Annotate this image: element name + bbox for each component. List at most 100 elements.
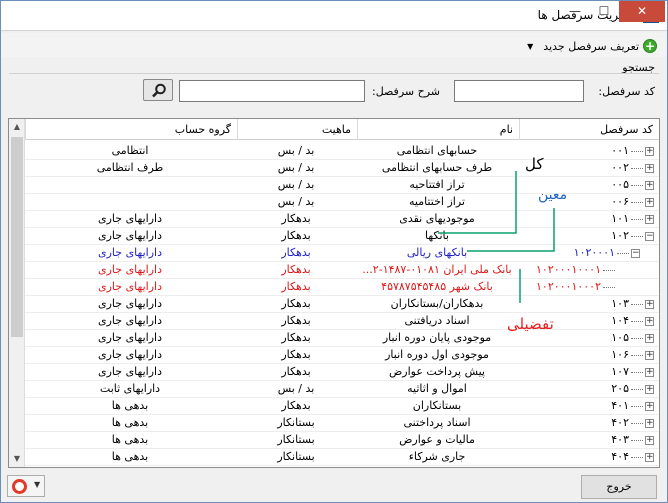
tree-connector [631, 440, 643, 441]
cell-group: دارایهای جاری [98, 212, 162, 225]
table-row[interactable]: بدهی ها بستانکار جاری شرکاء ۴۰۴ + [25, 449, 659, 466]
cell-group: بدهی ها [111, 433, 149, 446]
minimize-button[interactable]: — [561, 1, 589, 22]
exit-button[interactable]: خروج [581, 475, 657, 499]
expand-icon[interactable]: + [645, 453, 654, 462]
cell-group [25, 194, 235, 211]
cell-name: پیش پرداخت عوارض [389, 365, 485, 378]
expand-icon[interactable]: + [645, 317, 654, 326]
expand-icon[interactable]: + [645, 368, 654, 377]
expand-icon[interactable]: + [645, 334, 654, 343]
col-nature[interactable]: ماهیت [237, 119, 357, 140]
collapse-icon[interactable]: − [631, 249, 640, 258]
expand-icon[interactable]: + [645, 215, 654, 224]
cell-nature: بدهکار [281, 212, 311, 225]
new-account-menu[interactable]: + تعریف سرفصل جدید ▼ [527, 37, 657, 55]
table-row[interactable]: بدهی ها بدهکار بستانکاران ۴۰۱ + [25, 398, 659, 415]
scroll-thumb[interactable] [11, 137, 23, 337]
table-row[interactable]: بدهی ها بستانکار اسناد پرداختنی ۴۰۲ + [25, 415, 659, 432]
col-code[interactable]: کد سرفصل [519, 119, 659, 140]
table-row[interactable]: دارایهای جاری بدهکار پیش پرداخت عوارض ۱۰۷ + [25, 364, 659, 381]
cell-nature: بستانکار [277, 433, 315, 446]
cell-group: دارایهای جاری [98, 297, 162, 310]
cell-name: بدهکاران/بستانکاران [390, 297, 484, 310]
footer-bar: ▼ خروج [1, 470, 667, 502]
cell-group: دارایهای جاری [98, 365, 162, 378]
cell-group: دارایهای ثابت [99, 382, 161, 395]
tree-connector [631, 338, 643, 339]
title-bar: مدیریت سرفصل ها — ☐ ✕ [1, 1, 667, 31]
cell-group: دارایهای جاری [98, 280, 162, 293]
expand-icon[interactable]: + [645, 436, 654, 445]
tree-connector [631, 406, 643, 407]
cell-nature: بدهکار [281, 399, 311, 412]
cell-nature: بد / بس [277, 144, 315, 157]
table-row[interactable]: دارایهای جاری بدهکار بانکها ۱۰۲− [25, 228, 659, 245]
add-icon: + [643, 39, 657, 53]
tree-connector [631, 423, 643, 424]
tree-connector [631, 168, 643, 169]
cell-nature: بد / بس [277, 195, 315, 208]
table-row[interactable]: دارایهای جاری بدهکار بانک شهر ۴۵۷۸۷۵۴۵۴۸۵ ۱… [25, 279, 659, 296]
expand-icon[interactable]: + [645, 147, 654, 156]
table-row[interactable]: دارایهای جاری بدهکار موجودی اول دوره انبار… [25, 347, 659, 364]
close-button[interactable]: ✕ [619, 1, 665, 22]
table-row[interactable]: دارایهای ثابت بد / بس اموال و اثاثیه ۲۰۵ + [25, 381, 659, 398]
col-group[interactable]: گروه حساب [25, 119, 237, 140]
expand-icon[interactable]: + [645, 385, 654, 394]
collapse-icon[interactable]: − [645, 232, 654, 241]
description-input[interactable] [179, 80, 365, 102]
cell-code: ۱۰۲۰۰۰۱۰۰۰۱ [536, 263, 601, 276]
cell-nature: بد / بس [277, 161, 315, 174]
cell-nature: بدهکار [281, 229, 311, 242]
cell-name: بستانکاران [412, 399, 462, 412]
scroll-up-icon[interactable]: ▲ [9, 119, 25, 135]
expand-icon[interactable]: + [645, 419, 654, 428]
table-row[interactable]: انتظامی بد / بس حسابهای انتظامی ۰۰۱ + [25, 143, 659, 160]
table-row[interactable]: دارایهای جاری بدهکار موجودی پایان دوره انب… [25, 330, 659, 347]
cell-nature: بدهکار [281, 263, 311, 276]
tree-connector [631, 355, 643, 356]
table-row[interactable]: طرف انتظامی بد / بس طرف حسابهای انتظامی ۰۰۲… [25, 160, 659, 177]
table-row[interactable]: دارایهای جاری بدهکار اسناد دریافتنی ۱۰۴ + [25, 313, 659, 330]
table-row[interactable]: دارایهای جاری بدهکار بدهکاران/بستانکاران ۱۰… [25, 296, 659, 313]
grid-header: گروه حساب ماهیت نام کد سرفصل [25, 119, 659, 140]
expand-icon[interactable]: + [645, 164, 654, 173]
cell-name: جاری شرکاء [408, 450, 466, 463]
expand-icon[interactable]: + [645, 300, 654, 309]
help-dropdown-button[interactable]: ▼ [7, 475, 45, 497]
expand-icon[interactable]: + [645, 181, 654, 190]
cell-nature: بدهکار [281, 297, 311, 310]
cell-nature: بدهکار [281, 348, 311, 361]
tree-connector [603, 287, 615, 288]
cell-group [25, 177, 235, 194]
tree-connector [631, 321, 643, 322]
table-row[interactable]: دارایهای جاری بدهکار موجودیهای نقدی ۱۰۱ + [25, 211, 659, 228]
accounts-grid[interactable]: ▲ ▼ گروه حساب ماهیت نام کد سرفصل انتظامی… [8, 118, 660, 468]
cell-nature: بدهکار [281, 331, 311, 344]
cell-name: اسناد پرداختنی [403, 416, 471, 429]
expand-icon[interactable]: + [645, 198, 654, 207]
search-icon [152, 83, 166, 98]
col-name[interactable]: نام [357, 119, 519, 140]
annotation-kol: کل [525, 155, 544, 173]
scroll-down-icon[interactable]: ▼ [9, 451, 25, 467]
maximize-button[interactable]: ☐ [590, 1, 618, 22]
expand-icon[interactable]: + [645, 402, 654, 411]
cell-name: تراز اختتامیه [409, 195, 465, 208]
expand-icon[interactable]: + [645, 351, 654, 360]
vertical-scrollbar[interactable]: ▲ ▼ [9, 119, 25, 467]
table-row[interactable]: دارایهای جاری بدهکار بانک ملی ایران ۰۱۰۸۱-… [25, 262, 659, 279]
cell-nature: بدهکار [281, 246, 311, 259]
tree-connector [631, 185, 643, 186]
annotation-tafsili: تفضیلی [507, 315, 554, 333]
table-row[interactable]: بدهی ها بستانکار مالیات و عوارض ۴۰۳ + [25, 432, 659, 449]
search-button[interactable] [143, 79, 173, 101]
code-input[interactable] [454, 80, 584, 102]
cell-group: انتظامی [111, 144, 149, 157]
cell-group: دارایهای جاری [98, 331, 162, 344]
cell-name: مالیات و عوارض [399, 433, 475, 446]
table-row[interactable]: دارایهای جاری بدهکار بانکهای ریالی ۱۰۲۰۰۰۱− [25, 245, 659, 262]
cell-name: موجودی اول دوره انبار [385, 348, 489, 361]
tree-connector [631, 372, 643, 373]
